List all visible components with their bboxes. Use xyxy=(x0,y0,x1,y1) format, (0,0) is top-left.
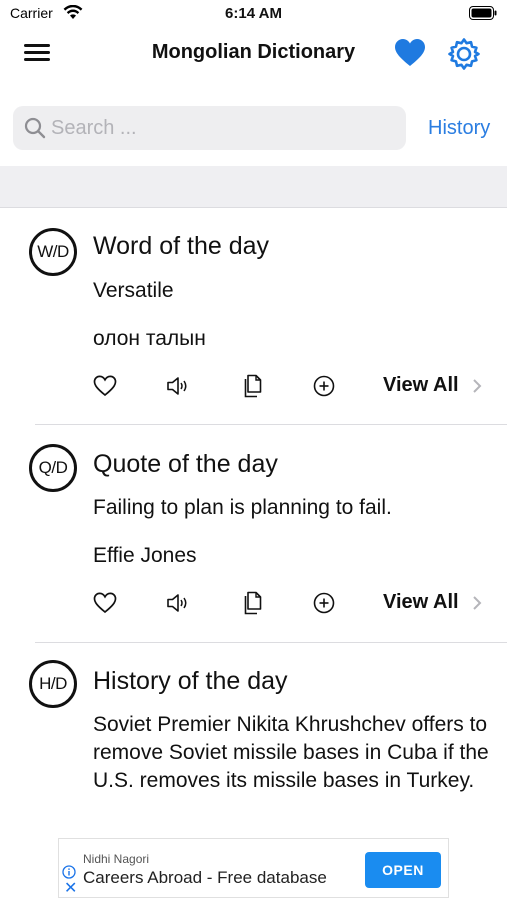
speaker-icon[interactable] xyxy=(165,590,191,616)
heart-icon[interactable] xyxy=(394,38,426,68)
close-icon[interactable]: ✕ xyxy=(64,881,77,897)
word-translation: олон талын xyxy=(93,327,206,350)
view-all-button[interactable]: View All xyxy=(383,591,459,614)
word-of-the-day-card: W/D Word of the day Versatile олон талын… xyxy=(0,208,507,426)
nav-bar: Mongolian Dictionary xyxy=(0,30,507,76)
divider xyxy=(35,424,507,425)
heart-outline-icon[interactable] xyxy=(92,590,118,616)
ad-sponsor: Nidhi Nagori xyxy=(83,852,150,866)
card-title: History of the day xyxy=(93,667,288,695)
history-of-day-badge: H/D xyxy=(29,660,77,708)
quote-of-day-badge: Q/D xyxy=(29,444,77,492)
word-of-day-badge: W/D xyxy=(29,228,77,276)
copy-icon[interactable] xyxy=(240,373,266,399)
page-title: Mongolian Dictionary xyxy=(151,41,356,63)
history-text: Soviet Premier Nikita Khrushchev offers … xyxy=(93,713,489,792)
word-text: Versatile xyxy=(93,279,174,302)
quote-of-the-day-card: Q/D Quote of the day Failing to plan is … xyxy=(0,426,507,643)
plus-circle-icon[interactable] xyxy=(311,590,337,616)
heart-outline-icon[interactable] xyxy=(92,373,118,399)
search-bar xyxy=(13,106,406,150)
speaker-icon[interactable] xyxy=(165,373,191,399)
card-title: Word of the day xyxy=(93,232,270,260)
ad-banner[interactable]: ✕ Nidhi Nagori Careers Abroad - Free dat… xyxy=(58,838,449,898)
chevron-right-icon[interactable] xyxy=(471,377,483,395)
search-input[interactable] xyxy=(51,106,391,150)
search-icon xyxy=(24,117,46,139)
card-actions: View All xyxy=(0,371,507,401)
chevron-right-icon[interactable] xyxy=(471,594,483,612)
quote-author: Effie Jones xyxy=(93,544,197,567)
section-separator-band xyxy=(0,166,507,208)
history-of-the-day-card: H/D History of the day Soviet Premier Ni… xyxy=(0,643,507,838)
info-icon[interactable] xyxy=(62,865,76,879)
card-title: Quote of the day xyxy=(93,450,278,478)
plus-circle-icon[interactable] xyxy=(311,373,337,399)
status-time: 6:14 AM xyxy=(225,5,282,22)
ad-open-button[interactable]: OPEN xyxy=(365,852,441,888)
card-actions: View All xyxy=(0,588,507,618)
view-all-button[interactable]: View All xyxy=(383,374,459,397)
quote-text: Failing to plan is planning to fail. xyxy=(93,496,392,519)
history-link[interactable]: History xyxy=(428,117,490,140)
copy-icon[interactable] xyxy=(240,590,266,616)
ad-headline[interactable]: Careers Abroad - Free database xyxy=(83,868,327,888)
status-bar: Carrier 6:14 AM xyxy=(0,0,507,28)
battery-icon xyxy=(469,6,497,20)
gear-icon[interactable] xyxy=(447,37,481,71)
